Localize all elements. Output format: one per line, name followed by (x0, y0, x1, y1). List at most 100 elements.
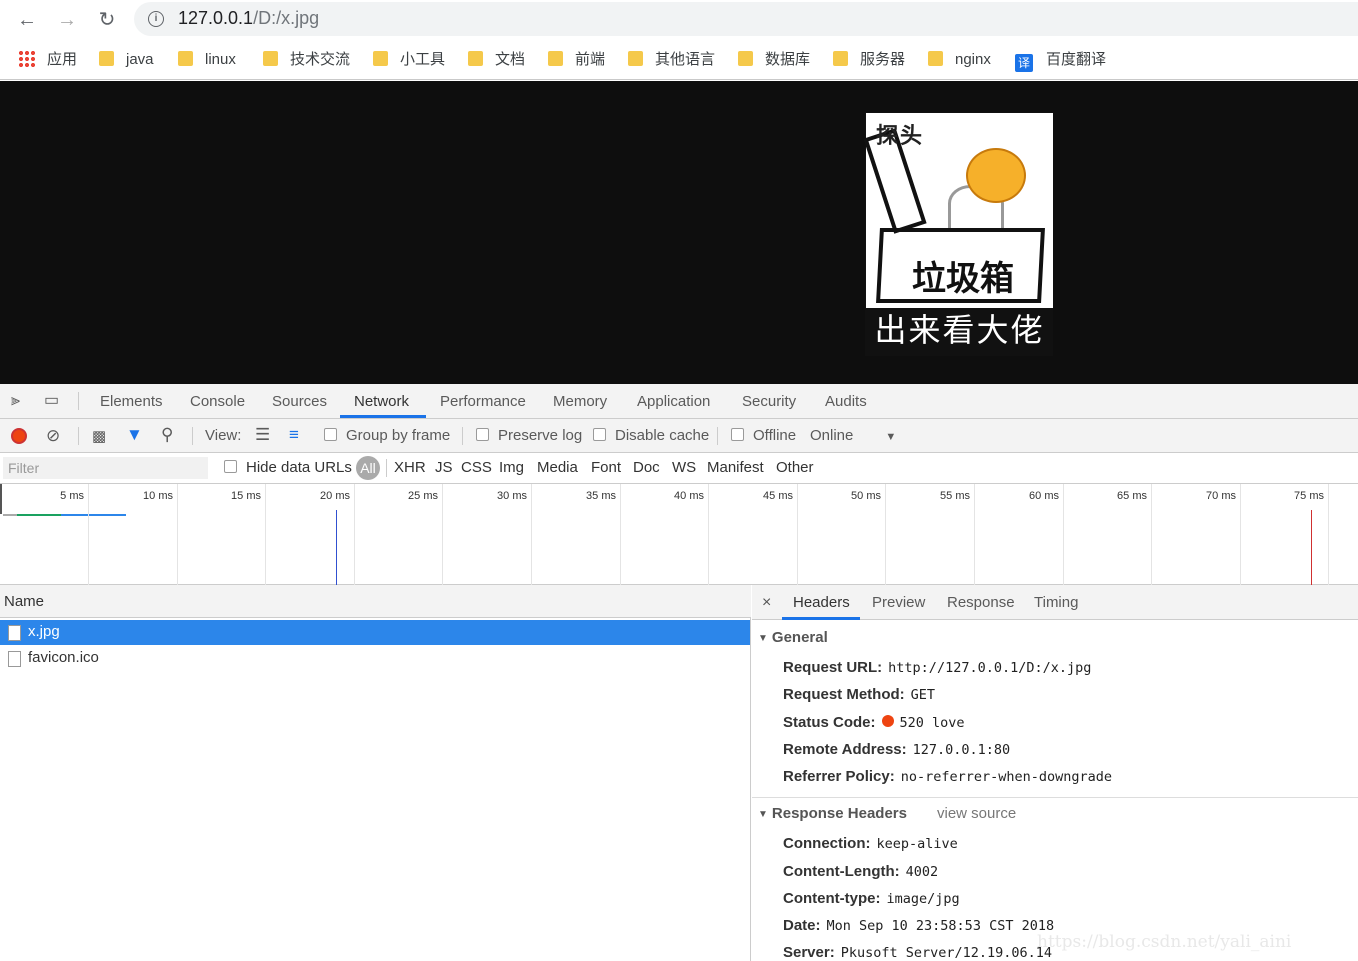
bookmark-docs[interactable]: 文档 (468, 50, 525, 70)
device-toolbar-icon[interactable]: ▭ (44, 390, 59, 410)
filter-css[interactable]: CSS (461, 459, 492, 476)
folder-icon (263, 51, 278, 66)
bookmark-database[interactable]: 数据库 (738, 50, 810, 70)
tab-memory[interactable]: Memory (553, 393, 607, 410)
tab-audits[interactable]: Audits (825, 393, 867, 410)
timeline-gridline (442, 484, 443, 585)
active-tab-indicator (340, 415, 426, 418)
record-icon[interactable] (11, 428, 27, 444)
tab-preview[interactable]: Preview (872, 594, 925, 611)
hide-data-urls-checkbox[interactable]: Hide data URLs (224, 459, 352, 476)
tab-headers[interactable]: Headers (793, 594, 850, 611)
filter-manifest[interactable]: Manifest (707, 459, 764, 476)
date-row: Date: Mon Sep 10 23:58:53 CST 2018 (783, 917, 1055, 934)
load-event-line (1311, 510, 1312, 585)
filter-ws[interactable]: WS (672, 459, 696, 476)
timeline-tick-label: 60 ms (1029, 490, 1059, 502)
url-text[interactable]: 127.0.0.1/D:/x.jpg (178, 8, 319, 29)
meme-caption: 出来看大佬 (874, 311, 1045, 349)
bookmark-server[interactable]: 服务器 (833, 50, 905, 70)
bookmark-baidu-translate[interactable]: 译百度翻译 (1015, 50, 1106, 72)
preserve-log-checkbox[interactable]: Preserve log (476, 427, 582, 444)
bookmark-linux[interactable]: linux (178, 50, 236, 70)
capture-screenshots-icon[interactable]: ▩ (92, 427, 106, 445)
forward-arrow-icon[interactable]: → (54, 7, 80, 33)
timeline-tick-label: 55 ms (940, 490, 970, 502)
content-type-row: Content-type: image/jpg (783, 890, 960, 907)
disable-cache-checkbox[interactable]: Disable cache (593, 427, 709, 444)
group-by-frame-checkbox[interactable]: Group by frame (324, 427, 450, 444)
large-rows-icon[interactable]: ☰ (255, 425, 270, 445)
filter-all-button[interactable]: All (356, 456, 380, 480)
bookmark-frontend[interactable]: 前端 (548, 50, 605, 70)
response-headers-section-toggle[interactable]: ▼ Response Headers (758, 805, 907, 822)
timeline-gridline (885, 484, 886, 585)
throttling-select[interactable]: Online ▼ (810, 427, 896, 444)
filter-media[interactable]: Media (537, 459, 578, 476)
search-icon[interactable]: ⚲ (161, 425, 173, 445)
request-url-row: Request URL: http://127.0.0.1/D:/x.jpg (783, 659, 1092, 676)
timeline-bar-blue (61, 514, 126, 516)
omnibox[interactable]: i 127.0.0.1/D:/x.jpg (134, 2, 1358, 36)
timeline-tick-label: 65 ms (1117, 490, 1147, 502)
reload-icon[interactable]: ↻ (94, 7, 120, 33)
waterfall-overview-icon[interactable]: ≡ (289, 425, 299, 445)
filter-other[interactable]: Other (776, 459, 814, 476)
watermark: https://blog.csdn.net/yali_aini (1037, 932, 1292, 952)
tab-application[interactable]: Application (637, 393, 710, 410)
filter-icon[interactable]: ▼ (126, 425, 143, 445)
network-timeline-overview[interactable]: 5 ms 10 ms 15 ms 20 ms 25 ms 30 ms 35 ms 40 ms 4… (0, 484, 1358, 585)
view-source-link[interactable]: view source (937, 805, 1016, 822)
back-arrow-icon[interactable]: ← (14, 7, 40, 33)
clear-icon[interactable]: ⊘ (46, 426, 60, 446)
timeline-tick-label: 45 ms (763, 490, 793, 502)
view-label: View: (205, 427, 242, 444)
request-list: Name x.jpg favicon.ico (0, 585, 751, 961)
checkbox-box[interactable] (224, 460, 237, 473)
timeline-tick-label: 25 ms (408, 490, 438, 502)
tab-network[interactable]: Network (354, 393, 409, 410)
name-column-header[interactable]: Name (0, 585, 751, 618)
bookmark-apps[interactable]: 应用 (18, 50, 77, 70)
tab-timing[interactable]: Timing (1034, 594, 1078, 611)
timeline-gridline (1240, 484, 1241, 585)
timeline-tick-label: 10 ms (143, 490, 173, 502)
bookmark-other-lang[interactable]: 其他语言 (628, 50, 715, 70)
tab-response[interactable]: Response (947, 594, 1015, 611)
close-icon[interactable]: × (762, 594, 771, 612)
filter-doc[interactable]: Doc (633, 459, 660, 476)
timeline-bar-wait (3, 514, 17, 516)
referrer-policy-row: Referrer Policy: no-referrer-when-downgra… (783, 768, 1113, 785)
checkbox-box[interactable] (731, 428, 744, 441)
bookmark-tech[interactable]: 技术交流 (263, 50, 350, 70)
checkbox-box[interactable] (476, 428, 489, 441)
tab-sources[interactable]: Sources (272, 393, 327, 410)
file-icon (8, 625, 21, 641)
filter-font[interactable]: Font (591, 459, 621, 476)
timeline-gridline (1151, 484, 1152, 585)
offline-checkbox[interactable]: Offline (731, 427, 796, 444)
divider (752, 797, 1358, 798)
divider (386, 459, 387, 477)
folder-icon (628, 51, 643, 66)
bookmark-java[interactable]: java (99, 50, 154, 70)
tab-performance[interactable]: Performance (440, 393, 526, 410)
filter-js[interactable]: JS (435, 459, 453, 476)
bookmark-nginx[interactable]: nginx (928, 50, 991, 70)
filter-input[interactable]: Filter (3, 457, 208, 479)
face-icon (966, 148, 1026, 203)
inspect-element-icon[interactable]: ⫸ (11, 392, 20, 410)
bookmark-tools[interactable]: 小工具 (373, 50, 445, 70)
filter-img[interactable]: Img (499, 459, 524, 476)
checkbox-box[interactable] (324, 428, 337, 441)
request-row-xjpg[interactable]: x.jpg (0, 620, 750, 645)
tab-elements[interactable]: Elements (100, 393, 163, 410)
request-row-favicon[interactable]: favicon.ico (0, 646, 750, 671)
timeline-gridline (974, 484, 975, 585)
info-icon[interactable]: i (148, 11, 164, 27)
tab-security[interactable]: Security (742, 393, 796, 410)
checkbox-box[interactable] (593, 428, 606, 441)
tab-console[interactable]: Console (190, 393, 245, 410)
filter-xhr[interactable]: XHR (394, 459, 426, 476)
general-section-toggle[interactable]: ▼ General (758, 629, 828, 646)
